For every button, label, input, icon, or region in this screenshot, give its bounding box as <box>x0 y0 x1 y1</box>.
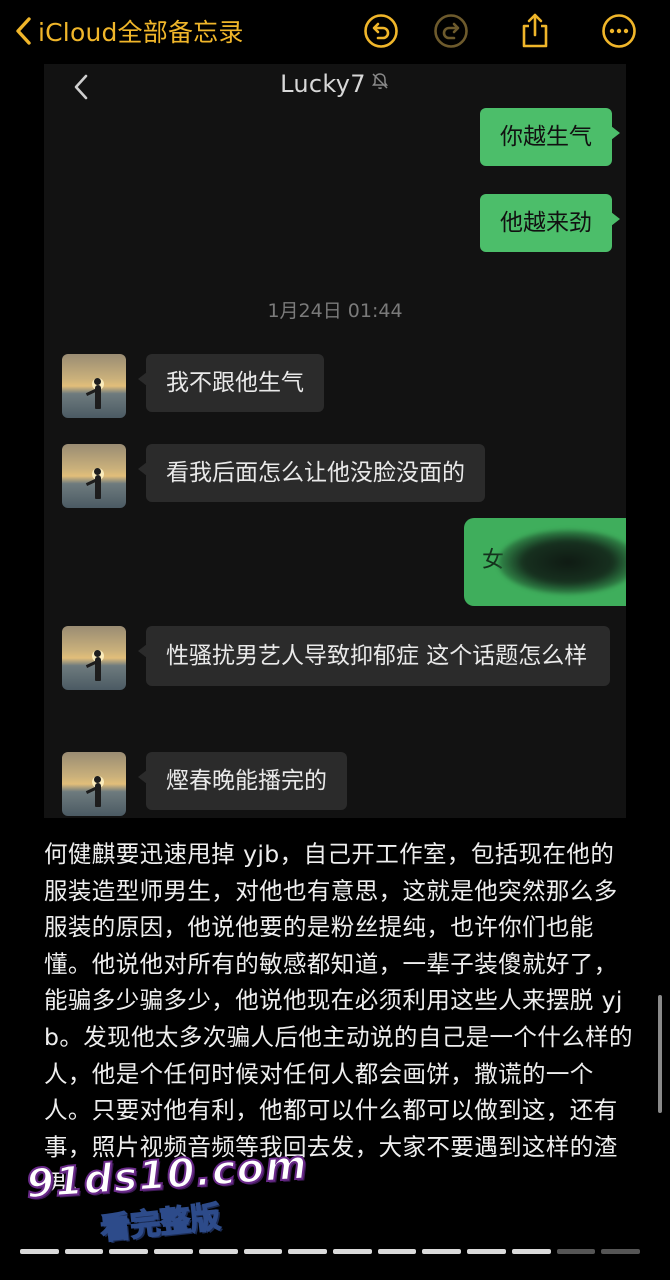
progress-segment <box>422 1249 462 1254</box>
message-bubble-outgoing: 你越生气 <box>480 108 620 166</box>
message-bubble-outgoing: 他越来劲 <box>480 194 620 252</box>
chat-timestamp: 1月24日 01:44 <box>267 300 403 322</box>
back-label: iCloud全部备忘录 <box>38 18 244 47</box>
chat-header: Lucky7 <box>44 64 626 110</box>
contact-avatar <box>62 354 126 418</box>
undo-icon[interactable] <box>362 12 400 50</box>
notes-navbar: iCloud全部备忘录 <box>0 0 670 64</box>
note-body-text[interactable]: 何健麒要迅速甩掉 yjb，自己开工作室，包括现在他的服装造型师男生，对他也有意思… <box>44 836 634 1202</box>
bell-slash-icon <box>370 69 390 97</box>
contact-avatar <box>62 752 126 816</box>
progress-segment <box>154 1249 193 1254</box>
progress-segment <box>288 1249 328 1254</box>
more-icon[interactable] <box>600 12 638 50</box>
contact-avatar <box>62 626 126 690</box>
progress-segment <box>243 1249 283 1254</box>
progress-segment <box>198 1249 238 1254</box>
progress-segment <box>467 1249 506 1254</box>
progress-segment <box>601 1249 641 1254</box>
chevron-left-icon <box>14 16 32 46</box>
message-bubble-incoming: 性骚扰男艺人导致抑郁症 这个话题怎么样 <box>138 626 610 686</box>
chat-title: Lucky7 <box>44 70 626 98</box>
progress-segment <box>64 1249 104 1254</box>
progress-segment <box>109 1249 149 1254</box>
message-bubble-incoming: 熞春晚能播完的 <box>138 752 347 810</box>
contact-avatar <box>62 444 126 508</box>
scrollbar[interactable] <box>658 995 662 1113</box>
redacted-message-bubble: 女 <box>464 518 626 606</box>
story-progress-bar <box>20 1249 641 1254</box>
progress-segment <box>333 1249 372 1254</box>
redo-icon[interactable] <box>432 12 470 50</box>
message-bubble-incoming: 我不跟他生气 <box>138 354 324 412</box>
progress-segment <box>377 1249 417 1254</box>
chat-contact-name: Lucky7 <box>280 70 366 98</box>
progress-segment <box>20 1249 59 1254</box>
back-button[interactable]: iCloud全部备忘录 <box>14 10 244 52</box>
progress-segment <box>511 1249 551 1254</box>
progress-segment <box>556 1249 596 1254</box>
chat-screenshot-image: Lucky7 你越生气 他越来劲 1月24日 01:44 我不跟他生气 看我后面… <box>44 64 626 818</box>
message-bubble-incoming: 看我后面怎么让他没脸没面的 <box>138 444 485 502</box>
share-icon[interactable] <box>516 12 554 50</box>
